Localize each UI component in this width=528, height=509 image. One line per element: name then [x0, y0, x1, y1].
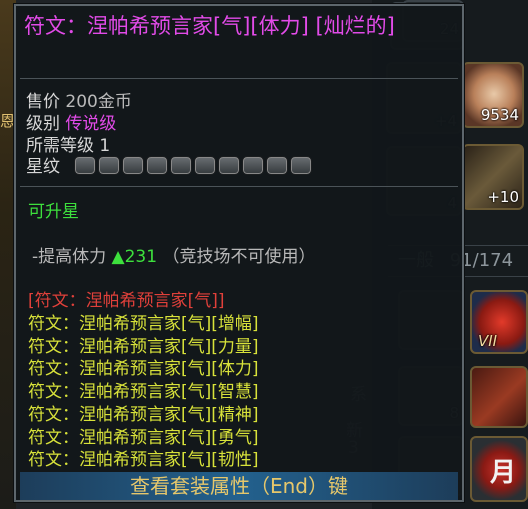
set-item: 符文：涅帕希预言家[气][韧性] [28, 450, 259, 471]
view-set-attributes-hint[interactable]: 查看套装属性（End）键 [20, 472, 458, 500]
item-tooltip: 符文：涅帕希预言家[气][体力] [灿烂的] 售价 200金币 级别 传说级 所… [14, 4, 464, 502]
price-value: 200金币 [65, 92, 132, 112]
inventory-slot-chest[interactable] [470, 366, 528, 428]
required-level-row: 所需等级 1 [26, 136, 110, 157]
required-level-label: 所需等级 [26, 136, 94, 156]
roman-badge: VII [478, 332, 498, 350]
star-slot-icon [146, 156, 168, 175]
set-item: 符文：涅帕希预言家[气][勇气] [28, 427, 259, 448]
star-slot-icon [242, 156, 264, 175]
set-item: 符文：涅帕希预言家[气][智慧] [28, 382, 259, 403]
slot-count: 9534 [480, 106, 519, 124]
star-slot-icon [290, 156, 312, 175]
star-slot-icon [218, 156, 240, 175]
star-slot-icon [194, 156, 216, 175]
required-level-value: 1 [99, 136, 111, 156]
set-header: [符文：涅帕希预言家[气]] [28, 291, 225, 311]
price-row: 售价 200金币 [26, 92, 132, 113]
star-slots [74, 156, 312, 175]
left-edge-glyph: 恩 [0, 112, 16, 130]
set-item: 符文：涅帕希预言家[气][力量] [28, 336, 259, 357]
star-slot-icon [98, 156, 120, 175]
inventory-slot-sword[interactable]: +10 [462, 144, 524, 210]
item-title: 符文：涅帕希预言家[气][体力] [灿烂的] [24, 14, 395, 38]
rune-glyph-icon: 月 [490, 458, 517, 488]
star-slot-icon [74, 156, 96, 175]
divider [20, 186, 458, 187]
set-item: 符文：涅帕希预言家[气][体力] [28, 359, 259, 380]
set-item: 符文：涅帕希预言家[气][精神] [28, 404, 259, 425]
upgradable-text: 可升星 [28, 202, 79, 222]
inventory-slot-red-gem[interactable]: VII [470, 290, 528, 354]
inventory-slot-rose[interactable]: 9534 [462, 62, 524, 128]
slot-count: +10 [487, 188, 519, 206]
star-label: 星纹 [26, 157, 60, 177]
price-label: 售价 [26, 92, 60, 112]
divider [20, 78, 458, 79]
stat-note: （竞技场不可使用） [162, 247, 316, 267]
star-row: 星纹 [26, 157, 60, 178]
star-slot-icon [170, 156, 192, 175]
stat-row: -提高体力 ▲231 （竞技场不可使用） [32, 247, 315, 268]
level-row: 级别 传说级 [26, 114, 116, 135]
stat-value: ▲231 [111, 247, 158, 267]
inventory-slot-rune-icon[interactable]: 月 [470, 436, 528, 502]
set-item: 符文：涅帕希预言家[气][增幅] [28, 314, 259, 334]
stat-prefix: -提高体力 [32, 247, 107, 267]
star-slot-icon [266, 156, 288, 175]
level-value: 传说级 [65, 114, 117, 134]
star-slot-icon [122, 156, 144, 175]
level-label: 级别 [26, 114, 60, 134]
